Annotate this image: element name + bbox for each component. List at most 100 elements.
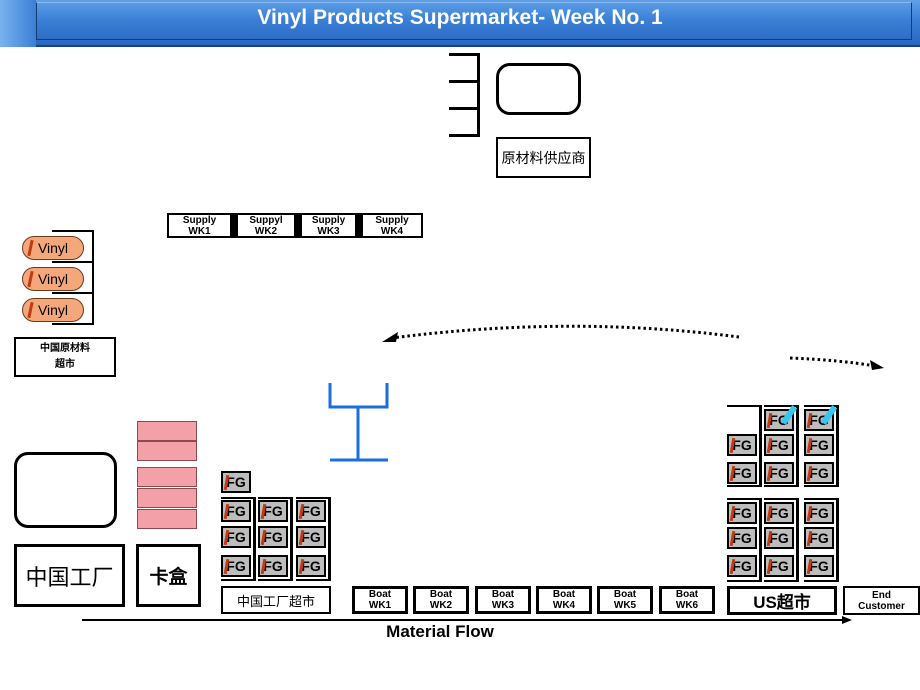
fg-label: FG [732,505,752,521]
fg-container: FG [258,526,288,548]
boat-label: Boat [368,589,392,600]
fg-label: FG [301,529,321,545]
fg-container: FG [804,462,834,484]
kanban-card [137,509,197,529]
boat-week-box: Boat WK2 [413,586,469,614]
info-arrow-right-head [870,360,884,370]
fg-label: FG [769,505,789,521]
kanban-box: 卡盒 [136,544,201,607]
boat-week-box: Boat WK4 [536,586,592,614]
fg-label: FG [809,505,829,521]
china-factory-label-box: 中国工厂 [14,544,125,607]
boat-label: Boat [429,589,453,600]
kanban-card [137,488,197,508]
boat-week-label: WK4 [552,600,576,611]
vinyl-roll: Vinyl [22,236,84,260]
fg-label: FG [769,437,789,453]
fg-container: FG [296,526,326,548]
fg-container: FG [727,502,757,524]
page-title: Vinyl Products Supermarket- Week No. 1 [257,6,663,29]
supply-weeks: Supply WK1 Suppyl WK2 Supply WK3 Supply WK4 [167,213,423,238]
fg-label: FG [809,530,829,546]
supply-week-4: Supply WK4 [361,213,423,238]
fg-container: FG [804,555,834,577]
boat-week-label: WK6 [675,600,699,611]
china-raw-material-supermarket-label: 中国原材料 超市 [14,337,116,377]
china-supermarket-label-box: 中国工厂超市 [221,586,331,614]
us-supermarket-label: US超市 [753,593,811,612]
kanban-post-icon [328,383,389,462]
boat-week-box: Boat WK3 [475,586,531,614]
fg-container: FG [764,405,798,431]
fg-container: FG [764,462,794,484]
china-supermarket-label: 中国工厂超市 [236,593,315,609]
fg-container: FG [804,502,834,524]
fg-container: FG [221,555,251,577]
fg-label: FG [809,558,829,574]
fg-label: FG [301,558,321,574]
boat-label: Boat [613,589,637,600]
info-arrow-left [391,324,740,340]
fg-label: FG [263,529,283,545]
kanban-box-label: 卡盒 [149,567,188,588]
supply-week-1: Supply WK1 [167,213,232,238]
boat-week-label: WK5 [613,600,637,611]
fg-container: FG [258,555,288,577]
us-supermarket-label-box: US超市 [727,586,837,615]
info-arrow-right [789,356,876,368]
fg-container: FG [804,405,838,431]
fg-label: FG [226,529,246,545]
boat-label: Boat [491,589,515,600]
vinyl-roll: Vinyl [22,298,84,322]
flow-arrows [382,324,884,370]
fg-label: FG [226,503,246,519]
fg-label: FG [769,465,789,481]
boat-week-box: Boat WK5 [597,586,653,614]
fg-label: FG [809,465,829,481]
end-customer-box: End Customer [843,586,920,615]
fg-container: FG [296,500,326,522]
fg-container: FG [804,527,834,549]
fg-container: FG [727,527,757,549]
material-flow-arrowhead [842,616,852,624]
fg-label: FG [769,558,789,574]
fg-container: FG [804,434,834,456]
boat-label: Boat [675,589,699,600]
fg-container: FG [764,434,794,456]
kanban-card [137,441,197,461]
fg-container: FG [727,434,757,456]
boat-week-label: WK1 [368,600,392,611]
fg-label: FG [226,474,246,490]
boat-label: Boat [552,589,576,600]
boat-week-label: WK2 [429,600,453,611]
info-arrow-left-head [382,332,398,342]
supplier-process-box [496,63,581,115]
fg-label: FG [809,437,829,453]
material-flow-line [82,619,846,621]
boat-week-box: Boat WK1 [352,586,408,614]
supplier-label: 原材料供应商 [501,150,586,167]
fg-label: FG [732,465,752,481]
fg-label: FG [263,503,283,519]
boat-week-label: WK3 [491,600,515,611]
fg-label: FG [301,503,321,519]
fg-container: FG [221,471,251,493]
fg-label: FG [263,558,283,574]
fg-container: FG [221,526,251,548]
fg-label: FG [732,437,752,453]
fg-container: FG [727,555,757,577]
fg-container: FG [221,500,251,522]
supplier-label-box: 原材料供应商 [496,137,591,178]
fg-label: FG [732,530,752,546]
fg-container: FG [296,555,326,577]
china-factory-label: 中国工厂 [25,564,114,590]
fg-container: FG [764,555,794,577]
kanban-card [137,421,197,441]
fg-container: FG [764,502,794,524]
material-flow-label: Material Flow [386,622,494,641]
fg-container: FG [727,462,757,484]
fg-label: FG [732,558,752,574]
boat-week-box: Boat WK6 [659,586,715,614]
kanban-card [137,467,197,487]
supplier-bracket [449,53,480,137]
